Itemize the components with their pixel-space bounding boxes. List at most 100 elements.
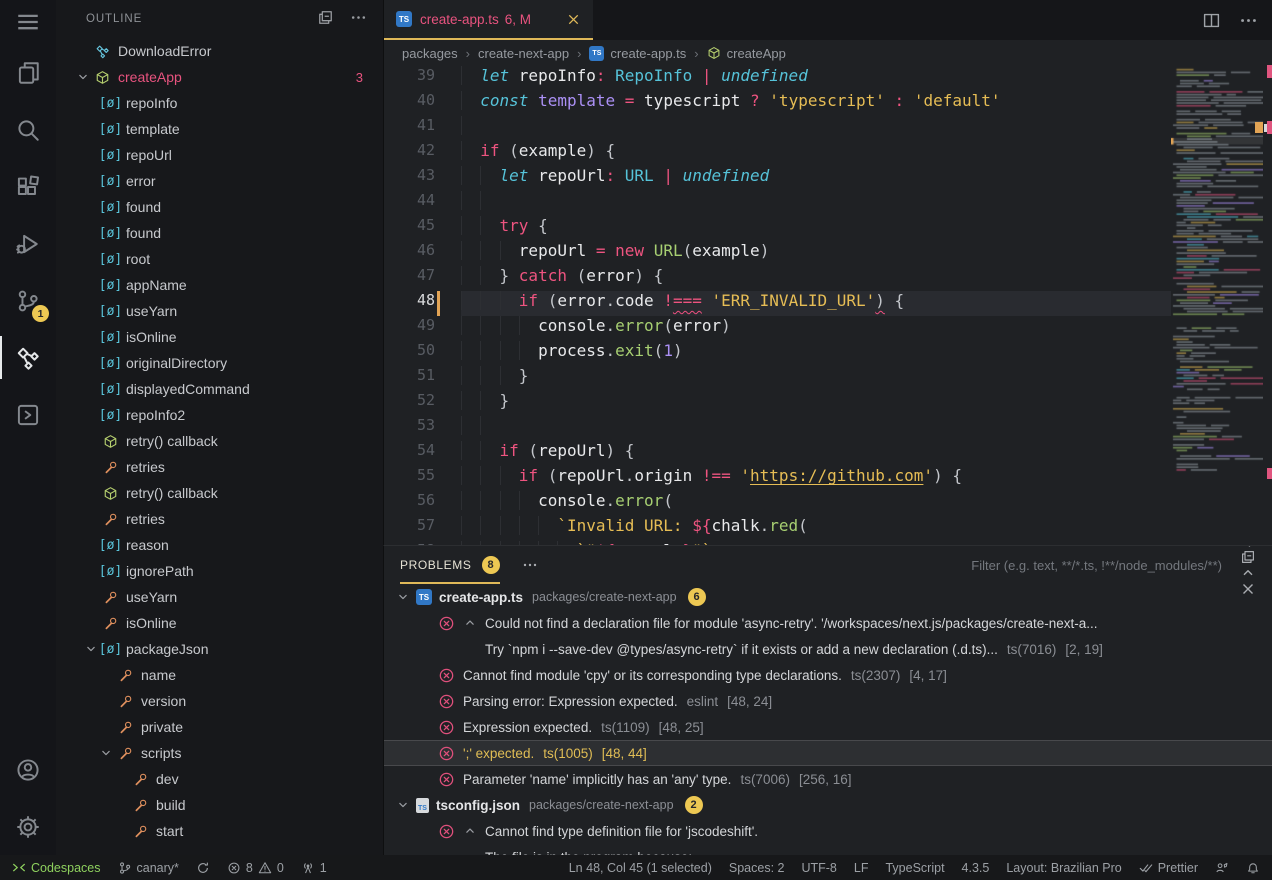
more-icon[interactable] <box>350 17 367 29</box>
outline-item-useyarn[interactable]: useYarn <box>56 584 383 610</box>
line-number[interactable]: 53 <box>384 416 461 441</box>
status-encoding[interactable]: UTF-8 <box>801 861 836 875</box>
outline-item-downloaderror[interactable]: DownloadError <box>56 38 383 64</box>
outline-item-found[interactable]: [ø]found <box>56 220 383 246</box>
activity-account[interactable] <box>0 741 56 798</box>
code-line-43[interactable]: let repoUrl: URL | undefined <box>461 166 1171 191</box>
outline-item-reason[interactable]: [ø]reason <box>56 532 383 558</box>
code-line-49[interactable]: console.error(error) <box>461 316 1171 341</box>
outline-item-useyarn[interactable]: [ø]useYarn <box>56 298 383 324</box>
chevron-up-icon[interactable] <box>463 616 485 630</box>
outline-item-repourl[interactable]: [ø]repoUrl <box>56 142 383 168</box>
outline-item-name[interactable]: name <box>56 662 383 688</box>
activity-symbols[interactable] <box>0 329 56 386</box>
problems-filter-input[interactable]: Filter (e.g. text, **/*.ts, !**/node_mod… <box>971 558 1222 573</box>
more-icon[interactable] <box>522 557 538 573</box>
outline-item-createapp[interactable]: createApp 3 <box>56 64 383 90</box>
close-icon[interactable] <box>566 12 581 27</box>
activity-search[interactable] <box>0 101 56 158</box>
chevron-up-icon[interactable] <box>1240 565 1256 581</box>
outline-item-template[interactable]: [ø]template <box>56 116 383 142</box>
problems-message-detail[interactable]: Try `npm i --save-dev @types/async-retry… <box>384 636 1272 662</box>
status-prettier[interactable]: Prettier <box>1139 861 1198 875</box>
code-line-57[interactable]: `Invalid URL: ${chalk.red( <box>461 516 1171 541</box>
breadcrumb-item[interactable]: TScreate-app.ts <box>589 46 686 61</box>
status-ports[interactable]: 1 <box>301 861 327 875</box>
more-icon[interactable] <box>1239 11 1258 30</box>
code-line-56[interactable]: console.error( <box>461 491 1171 516</box>
code-line-48[interactable]: if (error.code !=== 'ERR_INVALID_URL') { <box>461 291 1171 316</box>
outline-item-isonline[interactable]: [ø]isOnline <box>56 324 383 350</box>
pages-icon[interactable] <box>1240 549 1256 565</box>
chevron-down-icon[interactable] <box>396 590 412 604</box>
status-problems-summary[interactable]: 80 <box>227 861 284 875</box>
status-layout-mode[interactable]: Layout: Brazilian Pro <box>1006 861 1121 875</box>
status-sync[interactable] <box>196 861 210 875</box>
line-number[interactable]: 44 <box>384 191 461 216</box>
problems-error-row[interactable]: Could not find a declaration file for mo… <box>384 610 1272 636</box>
code-line-40[interactable]: const template = typescript ? 'typescrip… <box>461 91 1171 116</box>
chevron-up-icon[interactable] <box>463 824 485 838</box>
status-ts-version[interactable]: 4.3.5 <box>962 861 990 875</box>
breadcrumb-item[interactable]: createApp <box>707 46 786 61</box>
problems-error-row[interactable]: ';' expected. ts(1005) [48, 44] <box>384 740 1272 766</box>
code-line-47[interactable]: } catch (error) { <box>461 266 1171 291</box>
pages-icon[interactable] <box>317 17 334 29</box>
code-line-51[interactable]: } <box>461 366 1171 391</box>
code-line-55[interactable]: if (repoUrl.origin !== 'https://github.c… <box>461 466 1171 491</box>
problems-error-row[interactable]: Parameter 'name' implicitly has an 'any'… <box>384 766 1272 792</box>
tab-create-app[interactable]: TS create-app.ts 6, M <box>384 0 593 40</box>
outline-item-retries[interactable]: retries <box>56 454 383 480</box>
outline-item-retries[interactable]: retries <box>56 506 383 532</box>
breadcrumb-item[interactable]: create-next-app <box>478 46 569 61</box>
outline-item-isonline[interactable]: isOnline <box>56 610 383 636</box>
problems-error-row[interactable]: Cannot find module 'cpy' or its correspo… <box>384 662 1272 688</box>
breadcrumb-item[interactable]: packages <box>402 46 458 61</box>
status-cursor-position[interactable]: Ln 48, Col 45 (1 selected) <box>569 861 712 875</box>
activity-run-debug[interactable] <box>0 215 56 272</box>
outline-item-root[interactable]: [ø]root <box>56 246 383 272</box>
line-number[interactable]: 52 <box>384 391 461 416</box>
status-language-mode[interactable]: TypeScript <box>885 861 944 875</box>
tab-problems[interactable]: PROBLEMS 8 <box>400 546 500 584</box>
line-number[interactable]: 48 <box>384 291 461 316</box>
code-line-41[interactable] <box>461 116 1171 141</box>
activity-explorer[interactable] <box>0 44 56 101</box>
code-line-42[interactable]: if (example) { <box>461 141 1171 166</box>
code-pane[interactable]: let repoInfo: RepoInfo | undefined const… <box>461 66 1171 545</box>
outline-item-error[interactable]: [ø]error <box>56 168 383 194</box>
outline-item-originaldirectory[interactable]: [ø]originalDirectory <box>56 350 383 376</box>
problems-file-row[interactable]: TS tsconfig.json packages/create-next-ap… <box>384 792 1272 818</box>
line-number[interactable]: 54 <box>384 441 461 466</box>
activity-source-control[interactable]: 1 <box>0 272 56 329</box>
activity-extensions[interactable] <box>0 158 56 215</box>
activity-menu[interactable] <box>0 0 56 44</box>
line-number[interactable]: 57 <box>384 516 461 541</box>
outline-item-ignorepath[interactable]: [ø]ignorePath <box>56 558 383 584</box>
line-number[interactable]: 40 <box>384 91 461 116</box>
code-line-44[interactable] <box>461 191 1171 216</box>
line-number[interactable]: 43 <box>384 166 461 191</box>
line-number[interactable]: 55 <box>384 466 461 491</box>
status-eol[interactable]: LF <box>854 861 869 875</box>
activity-settings[interactable] <box>0 798 56 855</box>
problems-error-row[interactable]: Expression expected. ts(1109) [48, 25] <box>384 714 1272 740</box>
code-editor[interactable]: 3940414243444546474849505152535455565758… <box>384 66 1272 545</box>
code-line-52[interactable]: } <box>461 391 1171 416</box>
code-line-53[interactable] <box>461 416 1171 441</box>
outline-item-repoinfo2[interactable]: [ø]repoInfo2 <box>56 402 383 428</box>
outline-item-displayedcommand[interactable]: [ø]displayedCommand <box>56 376 383 402</box>
outline-item-repoinfo[interactable]: [ø]repoInfo <box>56 90 383 116</box>
line-number[interactable]: 47 <box>384 266 461 291</box>
outline-item-start[interactable]: start <box>56 818 383 844</box>
outline-item-private[interactable]: private <box>56 714 383 740</box>
status-notifications[interactable] <box>1246 861 1260 875</box>
outline-item-scripts[interactable]: scripts <box>56 740 383 766</box>
code-line-46[interactable]: repoUrl = new URL(example) <box>461 241 1171 266</box>
split-editor-icon[interactable] <box>1202 11 1221 30</box>
problems-error-row[interactable]: Cannot find type definition file for 'js… <box>384 818 1272 844</box>
status-branch[interactable]: canary* <box>118 861 179 875</box>
status-feedback[interactable] <box>1215 861 1229 875</box>
line-number[interactable]: 46 <box>384 241 461 266</box>
outline-item-build[interactable]: build <box>56 792 383 818</box>
